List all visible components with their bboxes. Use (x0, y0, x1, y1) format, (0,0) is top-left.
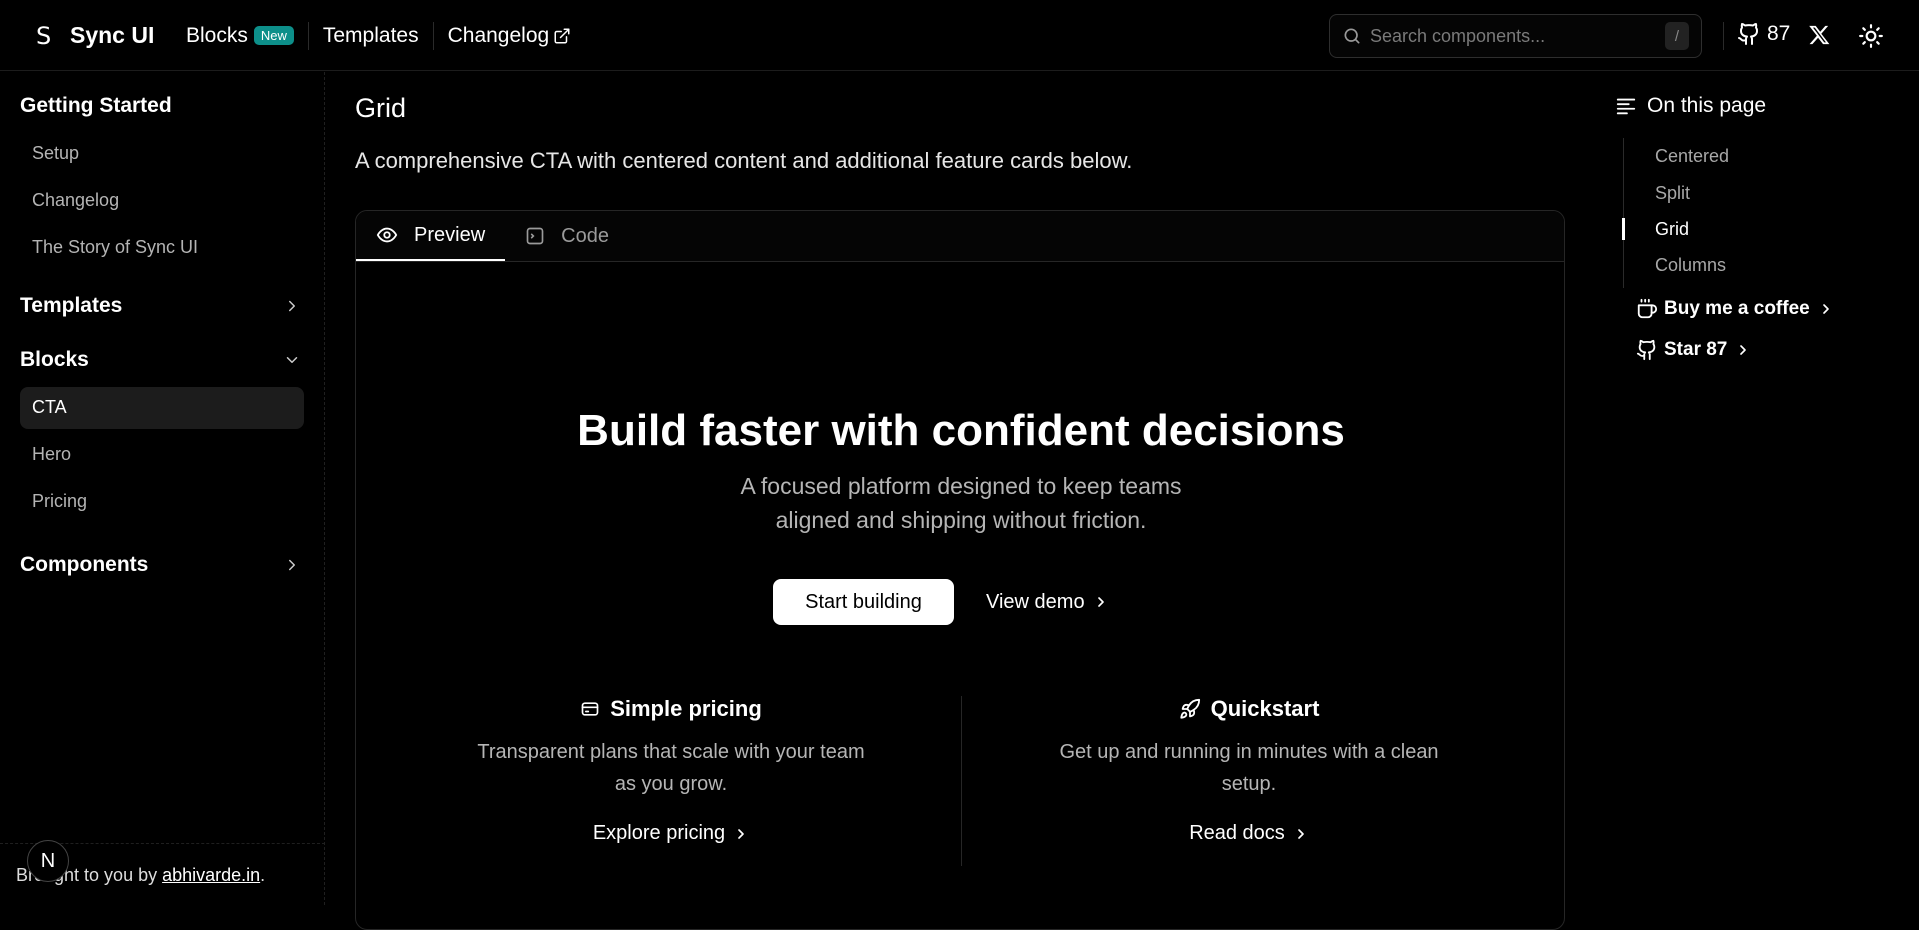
sidebar-item-story[interactable]: The Story of Sync UI (32, 237, 198, 258)
chevron-right-icon (738, 828, 744, 839)
tab-bar: Preview Code (356, 211, 1564, 262)
buy-coffee-link[interactable]: Buy me a coffee (1636, 298, 1834, 320)
card-icon (581, 702, 599, 716)
preview-card: Preview Code Build faster with confident… (355, 210, 1565, 930)
sidebar-item-pricing[interactable]: Pricing (32, 491, 87, 512)
chevron-right-icon (1822, 304, 1829, 314)
nav-divider (307, 21, 309, 50)
feature-description: Get up and running in minutes with a cle… (1059, 741, 1439, 795)
sidebar-section-components[interactable]: Components (20, 553, 148, 577)
chevron-down-icon[interactable] (283, 351, 301, 369)
cta-headline: Build faster with confident decisions (577, 406, 1345, 455)
sidebar-item-cta[interactable]: CTA (20, 387, 304, 429)
chevron-right-icon[interactable] (283, 556, 301, 574)
feature-title-text: Quickstart (1210, 696, 1320, 721)
feature-title: Quickstart (1049, 696, 1449, 722)
sidebar: Getting Started Setup Changelog The Stor… (0, 72, 325, 905)
toc-active-marker (1622, 218, 1625, 240)
coffee-icon (1637, 298, 1658, 319)
nav-blocks[interactable]: Blocks New (186, 24, 294, 48)
chevron-right-icon (1297, 828, 1304, 839)
github-star-count: 87 (1767, 22, 1791, 45)
feature-divider (961, 696, 962, 866)
header-divider (1723, 22, 1724, 50)
sidebar-section-blocks[interactable]: Blocks (20, 348, 89, 372)
explore-pricing-link[interactable]: Explore pricing (593, 822, 749, 845)
github-star-link[interactable]: Star 87 (1636, 339, 1751, 361)
logo-mark[interactable]: S (36, 22, 51, 50)
read-docs-link[interactable]: Read docs (1189, 822, 1309, 845)
toc-item-grid[interactable]: Grid (1655, 219, 1689, 240)
code-icon (526, 227, 544, 245)
sidebar-item-changelog[interactable]: Changelog (32, 190, 119, 211)
sidebar-item-hero[interactable]: Hero (32, 444, 71, 465)
tab-code[interactable]: Code (505, 211, 629, 261)
github-stars-link[interactable]: 87 (1737, 22, 1790, 46)
nav-templates[interactable]: Templates (323, 24, 419, 48)
eye-icon (376, 227, 398, 243)
chevron-right-icon[interactable] (283, 297, 301, 315)
dev-indicator-badge[interactable]: N (27, 840, 69, 882)
view-demo-label: View demo (986, 590, 1085, 613)
top-header: S Sync UI Blocks New Templates Changelog… (0, 0, 1919, 71)
credit-link[interactable]: abhivarde.in (162, 865, 260, 885)
rocket-icon (1179, 698, 1200, 719)
feature-description: Transparent plans that scale with your t… (477, 741, 865, 795)
feature-title: Simple pricing (471, 696, 871, 722)
main-nav: Blocks New Templates Changelog (186, 0, 571, 71)
brand-name[interactable]: Sync UI (70, 22, 154, 49)
tab-preview-label: Preview (414, 223, 486, 246)
start-building-button[interactable]: Start building (773, 579, 954, 625)
tab-code-label: Code (561, 224, 609, 247)
feature-link-label: Read docs (1189, 822, 1285, 844)
nav-divider (432, 21, 434, 50)
new-badge: New (253, 26, 294, 45)
toc-heading: On this page (1615, 94, 1766, 118)
feature-card-pricing: Simple pricing Transparent plans that sc… (471, 696, 871, 845)
text-align-icon (1616, 98, 1636, 115)
feature-title-text: Simple pricing (610, 696, 762, 721)
nav-changelog-label: Changelog (447, 23, 550, 47)
external-link-icon (554, 28, 570, 43)
page-description: A comprehensive CTA with centered conten… (355, 148, 1133, 173)
chevron-right-icon (1740, 345, 1747, 355)
theme-toggle-sun-icon[interactable] (1858, 23, 1884, 49)
search-icon (1344, 28, 1360, 44)
sidebar-item-label: CTA (32, 397, 67, 417)
nav-changelog[interactable]: Changelog (448, 24, 572, 48)
sidebar-section-templates[interactable]: Templates (20, 294, 122, 318)
toc-rail (1623, 138, 1624, 288)
github-star-label: Star 87 (1664, 339, 1728, 360)
sidebar-section-getting-started[interactable]: Getting Started (20, 94, 172, 118)
github-icon (1738, 23, 1759, 45)
view-demo-button[interactable]: View demo (986, 579, 1109, 625)
search-box[interactable]: / (1329, 14, 1702, 58)
credit-suffix: . (260, 865, 266, 885)
toc-item-columns[interactable]: Columns (1655, 255, 1726, 276)
sidebar-item-setup[interactable]: Setup (32, 143, 79, 164)
tab-preview[interactable]: Preview (356, 211, 506, 261)
chevron-right-icon (1097, 597, 1104, 607)
toc-item-centered[interactable]: Centered (1655, 146, 1729, 167)
search-shortcut-key: / (1665, 22, 1689, 50)
page-title: Grid (355, 93, 407, 123)
toc-item-split[interactable]: Split (1655, 183, 1690, 204)
buy-coffee-label: Buy me a coffee (1664, 298, 1810, 319)
nav-blocks-label: Blocks (186, 23, 248, 47)
search-input[interactable] (1370, 25, 1665, 47)
x-twitter-icon[interactable] (1808, 24, 1830, 46)
cta-subheadline: A focused platform designed to keep team… (740, 473, 1182, 533)
feature-link-label: Explore pricing (592, 822, 726, 844)
toc-heading-label: On this page (1647, 94, 1767, 117)
github-icon (1636, 339, 1656, 361)
feature-card-quickstart: Quickstart Get up and running in minutes… (1049, 696, 1449, 845)
